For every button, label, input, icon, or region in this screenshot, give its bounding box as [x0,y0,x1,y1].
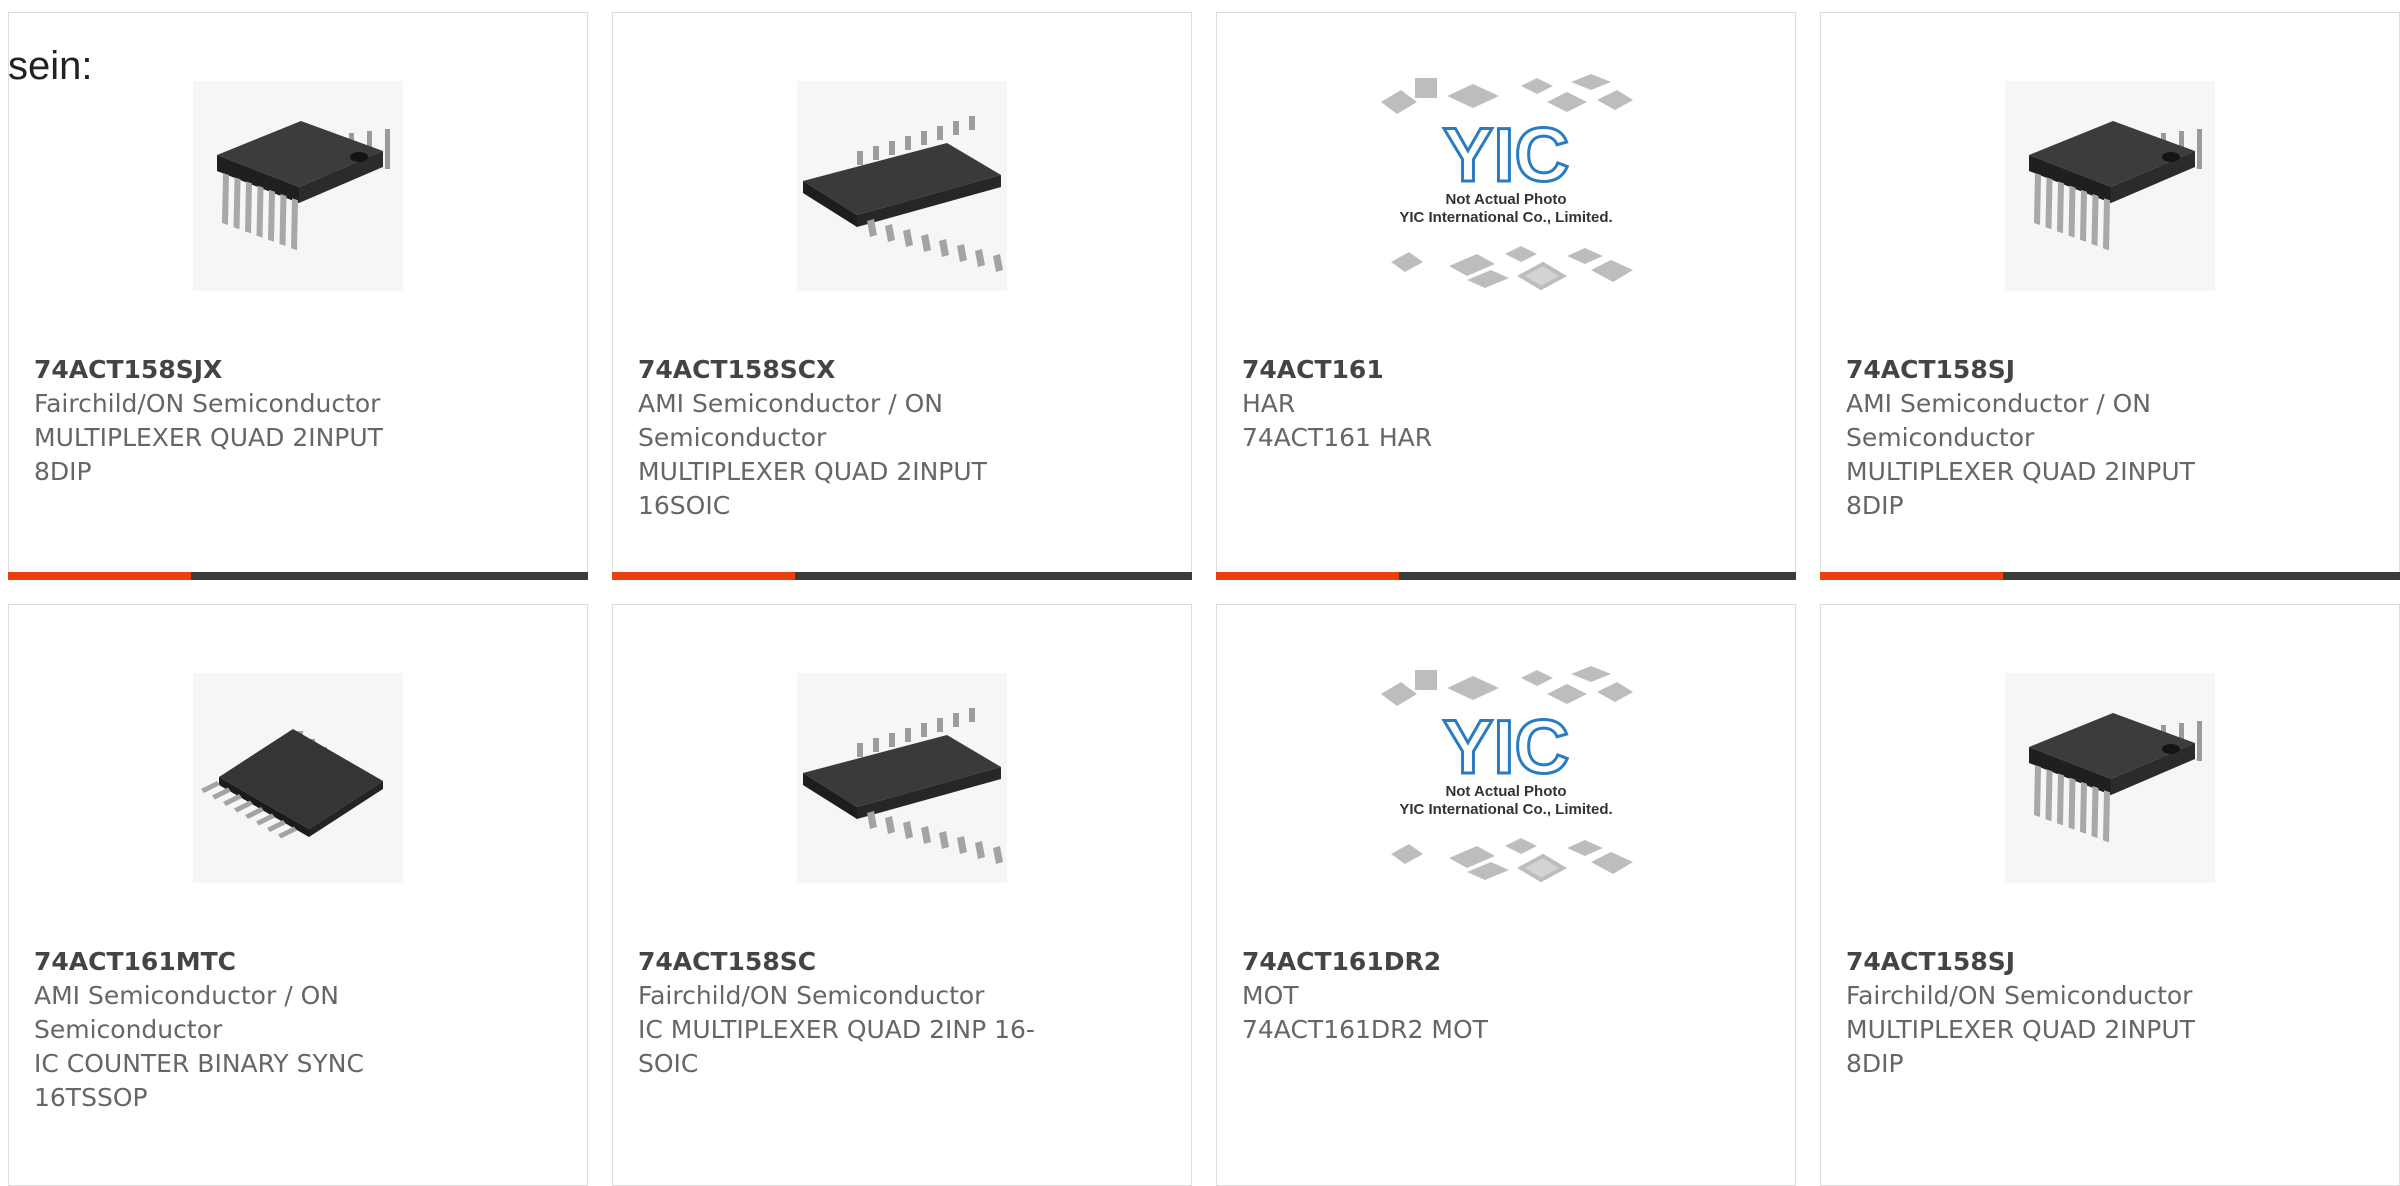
product-image[interactable] [1821,81,2399,291]
product-image[interactable] [613,81,1191,291]
product-part-number[interactable]: 74ACT161DR2 [1242,945,1662,979]
product-part-number[interactable]: 74ACT158SCX [638,353,1058,387]
product-image-placeholder[interactable]: YIC Not Actual Photo YIC International Co.… [1217,74,1795,291]
product-card[interactable]: 74ACT158SCX AMI Semiconductor / ON Semicon… [612,12,1192,580]
product-detail-line: MULTIPLEXER QUAD 2INPUT [1846,457,2195,486]
product-detail-line: 16SOIC [638,491,731,520]
product-part-number[interactable]: 74ACT158SJ [1846,945,2266,979]
card-footer-bar [1820,572,2400,580]
product-detail-line: MOT [1242,981,1299,1010]
product-image[interactable] [1821,673,2399,883]
product-detail-line: IC MULTIPLEXER QUAD 2INP 16- [638,1015,1035,1044]
product-detail-line: Semiconductor [638,423,827,452]
product-detail-line: 74ACT161DR2 MOT [1242,1015,1488,1044]
placeholder-caption-2: YIC International Co., Limited. [1399,801,1612,818]
product-info: 74ACT158SJ Fairchild/ON Semiconductor MULT… [1846,945,2266,1081]
product-info: 74ACT161MTC AMI Semiconductor / ON Semicon… [34,945,454,1115]
product-info: 74ACT158SC Fairchild/ON Semiconductor IC M… [638,945,1058,1081]
product-detail-line: 8DIP [1846,491,1904,520]
not-actual-photo-placeholder: YICNot Actual PhotoYIC International Co.… [1381,74,1633,291]
card-footer-bar [8,572,588,580]
product-detail-line: AMI Semiconductor / ON [1846,389,2151,418]
product-detail-line: Semiconductor [34,1015,223,1044]
product-card[interactable]: 74ACT158SJ Fairchild/ON Semiconductor MULT… [1820,604,2400,1186]
card-footer-bar [612,572,1192,580]
card-footer-accent [8,572,191,580]
product-part-number[interactable]: 74ACT161 [1242,353,1662,387]
product-card[interactable]: 74ACT158SC Fairchild/ON Semiconductor IC M… [612,604,1192,1186]
not-actual-photo-placeholder: YICNot Actual PhotoYIC International Co.… [1381,666,1633,883]
product-grid: 74ACT158SJX Fairchild/ON Semiconductor MUL… [8,12,2400,1186]
product-detail-line: Semiconductor [1846,423,2035,452]
product-detail-line: MULTIPLEXER QUAD 2INPUT [638,457,987,486]
card-footer-accent [1820,572,2003,580]
product-card[interactable]: 74ACT158SJX Fairchild/ON Semiconductor MUL… [8,12,588,580]
placeholder-caption-1: Not Actual Photo [1445,783,1566,800]
product-detail-line: AMI Semiconductor / ON [34,981,339,1010]
card-footer-accent [612,572,795,580]
product-info: 74ACT158SJ AMI Semiconductor / ON Semicond… [1846,353,2266,523]
product-info: 74ACT158SJX Fairchild/ON Semiconductor MUL… [34,353,454,489]
product-detail-line: IC COUNTER BINARY SYNC [34,1049,364,1078]
product-image-placeholder[interactable]: YIC Not Actual Photo YIC International Co.… [1217,666,1795,883]
product-image[interactable] [9,673,587,883]
product-image[interactable] [613,673,1191,883]
yic-logo: YIC [1443,113,1570,198]
product-detail-line: HAR [1242,389,1296,418]
product-detail-line: 8DIP [34,457,92,486]
page-heading: sein: [8,44,93,88]
product-info: 74ACT161DR2 MOT 74ACT161DR2 MOT [1242,945,1662,1047]
product-info: 74ACT161 HAR 74ACT161 HAR [1242,353,1662,455]
dip-chip-icon [2005,673,2215,883]
soic-chip-icon [797,81,1007,291]
product-detail-line: 8DIP [1846,1049,1904,1078]
card-footer-accent [1216,572,1399,580]
product-detail-line: 74ACT161 HAR [1242,423,1433,452]
product-part-number[interactable]: 74ACT161MTC [34,945,454,979]
product-part-number[interactable]: 74ACT158SJX [34,353,454,387]
product-card[interactable]: YIC Not Actual Photo YIC International Co.… [1216,12,1796,580]
dip-chip-icon [2005,81,2215,291]
soic-chip-icon [797,673,1007,883]
product-detail-line: Fairchild/ON Semiconductor [1846,981,2193,1010]
product-part-number[interactable]: 74ACT158SJ [1846,353,2266,387]
product-detail-line: 16TSSOP [34,1083,148,1112]
product-detail-line: AMI Semiconductor / ON [638,389,943,418]
tssop-chip-icon [193,673,403,883]
product-info: 74ACT158SCX AMI Semiconductor / ON Semicon… [638,353,1058,523]
product-card[interactable]: 74ACT158SJ AMI Semiconductor / ON Semicond… [1820,12,2400,580]
placeholder-caption-2: YIC International Co., Limited. [1399,209,1612,226]
dip-chip-icon [193,81,403,291]
product-card[interactable]: YIC Not Actual Photo YIC International Co.… [1216,604,1796,1186]
placeholder-caption-1: Not Actual Photo [1445,191,1566,208]
product-part-number[interactable]: 74ACT158SC [638,945,1058,979]
product-detail-line: SOIC [638,1049,699,1078]
product-image[interactable] [9,81,587,291]
product-detail-line: MULTIPLEXER QUAD 2INPUT [34,423,383,452]
card-footer-bar [1216,572,1796,580]
product-detail-line: MULTIPLEXER QUAD 2INPUT [1846,1015,2195,1044]
product-detail-line: Fairchild/ON Semiconductor [34,389,381,418]
product-detail-line: Fairchild/ON Semiconductor [638,981,985,1010]
product-card[interactable]: 74ACT161MTC AMI Semiconductor / ON Semicon… [8,604,588,1186]
yic-logo: YIC [1443,705,1570,790]
